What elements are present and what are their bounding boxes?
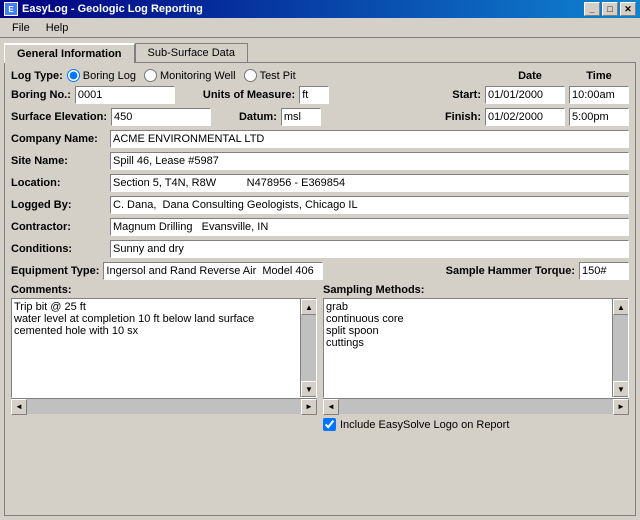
- log-type-label: Log Type:: [11, 70, 63, 82]
- radio-monitoring-label: Monitoring Well: [160, 70, 236, 82]
- minimize-button[interactable]: _: [584, 2, 600, 16]
- sampling-textarea[interactable]: grab continuous core split spoon cutting…: [324, 299, 611, 383]
- sampling-scroll-track-h: [339, 399, 613, 414]
- location-input[interactable]: [110, 174, 629, 192]
- sampling-scroll-track-v: [613, 315, 628, 381]
- sampling-label: Sampling Methods:: [323, 284, 629, 296]
- comments-scrollbar-h[interactable]: ◄ ►: [11, 398, 317, 414]
- site-input[interactable]: [110, 152, 629, 170]
- sampling-scrollbar-h[interactable]: ◄ ►: [323, 398, 629, 414]
- easysolve-checkbox[interactable]: [323, 418, 336, 431]
- checkbox-label: Include EasySolve Logo on Report: [340, 419, 509, 431]
- logged-by-input[interactable]: [110, 196, 629, 214]
- radio-boring-label: Boring Log: [83, 70, 136, 82]
- scroll-track-h: [27, 399, 301, 414]
- radio-boring-log[interactable]: [67, 69, 80, 82]
- location-row: Location:: [11, 174, 629, 192]
- sampling-column: Sampling Methods: grab continuous core s…: [323, 284, 629, 431]
- equipment-label: Equipment Type:: [11, 265, 99, 277]
- sampling-scrollbar-v[interactable]: ▲ ▼: [612, 299, 628, 397]
- date-header: Date: [495, 70, 565, 82]
- scroll-up-btn[interactable]: ▲: [301, 299, 317, 315]
- comments-container: Trip bit @ 25 ft water level at completi…: [11, 298, 317, 398]
- tab-content: Log Type: Boring Log Monitoring Well Tes…: [4, 62, 636, 516]
- scroll-track-v: [301, 315, 316, 381]
- radio-monitoring-item: Monitoring Well: [144, 69, 236, 82]
- tab-bar: General Information Sub-Surface Data: [4, 42, 636, 62]
- finish-time-input[interactable]: [569, 108, 629, 126]
- scroll-left-btn[interactable]: ◄: [11, 399, 27, 415]
- maximize-button[interactable]: □: [602, 2, 618, 16]
- log-type-row: Log Type: Boring Log Monitoring Well Tes…: [11, 69, 629, 82]
- comments-scrollbar-v[interactable]: ▲ ▼: [300, 299, 316, 397]
- hammer-input[interactable]: [579, 262, 629, 280]
- conditions-row: Conditions:: [11, 240, 629, 258]
- boring-no-input[interactable]: [75, 86, 175, 104]
- units-input[interactable]: [299, 86, 329, 104]
- sampling-scroll-down-btn[interactable]: ▼: [613, 381, 629, 397]
- scroll-right-btn[interactable]: ►: [301, 399, 317, 415]
- contractor-row: Contractor:: [11, 218, 629, 236]
- radio-boring-item: Boring Log: [67, 69, 136, 82]
- log-type-radio-group: Boring Log Monitoring Well Test Pit: [67, 69, 296, 82]
- finish-date-input[interactable]: [485, 108, 565, 126]
- radio-monitoring-well[interactable]: [144, 69, 157, 82]
- units-label: Units of Measure:: [203, 89, 295, 101]
- tab-general-information[interactable]: General Information: [4, 43, 135, 63]
- datum-label: Datum:: [239, 111, 277, 123]
- surface-elev-label: Surface Elevation:: [11, 111, 107, 123]
- boring-no-label: Boring No.:: [11, 89, 71, 101]
- start-time-input[interactable]: [569, 86, 629, 104]
- sampling-scroll-up-btn[interactable]: ▲: [613, 299, 629, 315]
- main-content: General Information Sub-Surface Data Log…: [0, 38, 640, 520]
- contractor-input[interactable]: [110, 218, 629, 236]
- app-icon: E: [4, 2, 18, 16]
- comments-textarea[interactable]: Trip bit @ 25 ft water level at completi…: [12, 299, 299, 383]
- comments-column: Comments: Trip bit @ 25 ft water level a…: [11, 284, 317, 431]
- equipment-row: Equipment Type: Sample Hammer Torque:: [11, 262, 629, 280]
- logged-by-label: Logged By:: [11, 199, 106, 211]
- conditions-input[interactable]: [110, 240, 629, 258]
- menu-file[interactable]: File: [4, 20, 38, 36]
- radio-test-pit[interactable]: [244, 69, 257, 82]
- conditions-label: Conditions:: [11, 243, 106, 255]
- comments-label: Comments:: [11, 284, 317, 296]
- scroll-down-btn[interactable]: ▼: [301, 381, 317, 397]
- location-label: Location:: [11, 177, 106, 189]
- window-title: EasyLog - Geologic Log Reporting: [22, 3, 203, 15]
- menu-bar: File Help: [0, 18, 640, 38]
- radio-test-pit-label: Test Pit: [260, 70, 296, 82]
- close-button[interactable]: ✕: [620, 2, 636, 16]
- bottom-columns: Comments: Trip bit @ 25 ft water level a…: [11, 284, 629, 431]
- finish-label: Finish:: [445, 111, 481, 123]
- radio-test-pit-item: Test Pit: [244, 69, 296, 82]
- surface-row: Surface Elevation: Datum: Finish:: [11, 108, 629, 126]
- site-label: Site Name:: [11, 155, 106, 167]
- sampling-scroll-right-btn[interactable]: ►: [613, 399, 629, 415]
- datum-input[interactable]: [281, 108, 321, 126]
- logged-by-row: Logged By:: [11, 196, 629, 214]
- tab-sub-surface-data[interactable]: Sub-Surface Data: [135, 43, 248, 63]
- equipment-input[interactable]: [103, 262, 323, 280]
- sampling-scroll-left-btn[interactable]: ◄: [323, 399, 339, 415]
- sampling-container: grab continuous core split spoon cutting…: [323, 298, 629, 398]
- company-label: Company Name:: [11, 133, 106, 145]
- start-label: Start:: [452, 89, 481, 101]
- company-row: Company Name:: [11, 130, 629, 148]
- checkbox-row: Include EasySolve Logo on Report: [323, 418, 629, 431]
- company-input[interactable]: [110, 130, 629, 148]
- start-date-input[interactable]: [485, 86, 565, 104]
- boring-row: Boring No.: Units of Measure: Start:: [11, 86, 629, 104]
- hammer-label: Sample Hammer Torque:: [446, 265, 575, 277]
- title-bar: E EasyLog - Geologic Log Reporting _ □ ✕: [0, 0, 640, 18]
- surface-elev-input[interactable]: [111, 108, 211, 126]
- site-row: Site Name:: [11, 152, 629, 170]
- time-header: Time: [569, 70, 629, 82]
- contractor-label: Contractor:: [11, 221, 106, 233]
- menu-help[interactable]: Help: [38, 20, 77, 36]
